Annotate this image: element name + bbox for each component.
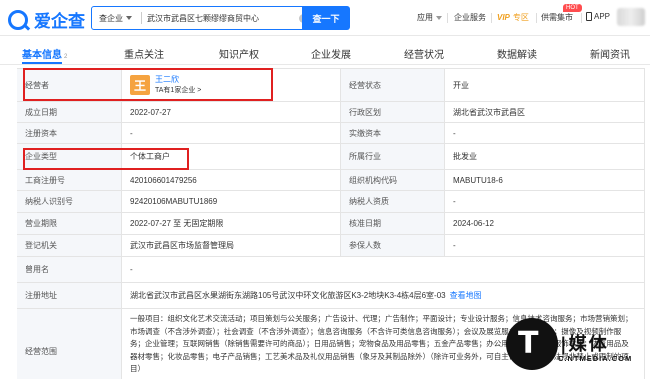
tab-key-focus[interactable]: 重点关注 (124, 46, 164, 61)
term-value: 2022-07-27 至 无固定期限 (122, 213, 341, 234)
industry-value: 批发业 (445, 144, 645, 169)
region-label: 行政区划 (341, 102, 445, 122)
tab-ip[interactable]: 知识产权 (219, 46, 259, 61)
industry-label: 所属行业 (341, 144, 445, 169)
nav-divider (536, 13, 537, 23)
term-label: 营业期限 (17, 213, 122, 234)
view-map-link[interactable]: 查看地图 (450, 290, 482, 301)
former-name-label: 曾用名 (17, 257, 122, 282)
tab-basic-info[interactable]: 基本信息 2 (22, 46, 67, 61)
chevron-down-icon (436, 15, 442, 20)
logo[interactable]: 爱企查 (8, 7, 85, 32)
table-row: 工商注册号 420106601479256 组织机构代码 MABUTU18-6 (17, 170, 645, 191)
logo-icon (8, 9, 28, 30)
tab-operations[interactable]: 经营状况 (404, 46, 444, 61)
address-cell: 湖北省武汉市武昌区水果湖街东湖路105号武汉中环文化旅游区K3-2地块K3-4栋… (122, 283, 645, 308)
tab-count: 2 (64, 54, 68, 60)
authority-label: 登记机关 (17, 235, 122, 256)
scope-label: 经营范围 (17, 309, 122, 379)
nav-divider (581, 13, 582, 23)
address-label: 注册地址 (17, 283, 122, 308)
nav-app-menu[interactable]: 应用 (417, 12, 442, 23)
biz-reg-value: 420106601479256 (122, 170, 341, 190)
reg-capital-value: - (122, 123, 341, 143)
table-row: 营业期限 2022-07-27 至 无固定期限 核准日期 2024-06-12 (17, 213, 645, 235)
search-type-select[interactable]: 查企业 (92, 13, 136, 24)
nav-enterprise-service[interactable]: 企业服务 (454, 12, 486, 23)
table-row: 注册地址 湖北省武汉市武昌区水果湖街东湖路105号武汉中环文化旅游区K3-2地块… (17, 283, 645, 309)
section-tabs: 基本信息 2 重点关注 知识产权 企业发展 经营状况 数据解读 新闻资讯 (0, 37, 650, 65)
vip-sub-label: 专区 (512, 13, 529, 22)
table-row: 成立日期 2022-07-27 行政区划 湖北省武汉市武昌区 (17, 102, 645, 123)
nav-vip-zone[interactable]: VIP 专区 (497, 12, 529, 23)
app-download-label: APP (594, 12, 611, 21)
hot-badge: HOT (563, 4, 582, 12)
watermark: T |媒体 C.NTMEDIA.COM (500, 318, 650, 379)
tab-development[interactable]: 企业发展 (311, 46, 351, 61)
highlight-box-operator (23, 68, 273, 101)
nav-app-label: 应用 (417, 13, 433, 22)
user-avatar[interactable] (617, 8, 645, 26)
authority-value: 武汉市武昌区市场监督管理局 (122, 235, 341, 256)
address-value: 湖北省武汉市武昌区水果湖街东湖路105号武汉中环文化旅游区K3-2地块K3-4栋… (130, 291, 446, 300)
status-label: 经营状态 (341, 69, 445, 101)
table-row: 纳税人识别号 92420106MABUTU1869 纳税人资质 - (17, 191, 645, 213)
watermark-sub: C.NTMEDIA.COM (558, 354, 633, 363)
phone-icon (586, 12, 592, 21)
watermark-text: |媒体 (560, 334, 609, 355)
tab-data-insight[interactable]: 数据解读 (497, 46, 537, 61)
tax-id-label: 纳税人识别号 (17, 191, 122, 212)
region-value: 湖北省武汉市武昌区 (445, 102, 645, 122)
nav-supply-market[interactable]: 供需集市 (541, 12, 573, 23)
founded-value: 2022-07-27 (122, 102, 341, 122)
reg-capital-label: 注册资本 (17, 123, 122, 143)
logo-text: 爱企查 (34, 12, 85, 32)
nav-divider (447, 13, 448, 23)
highlight-box-type (23, 148, 189, 170)
table-row: 曾用名 - (17, 257, 645, 283)
table-row: 注册资本 - 实缴资本 - (17, 123, 645, 144)
paid-capital-value: - (445, 123, 645, 143)
insured-label: 参保人数 (341, 235, 445, 256)
paid-capital-label: 实缴资本 (341, 123, 445, 143)
approve-label: 核准日期 (341, 213, 445, 234)
search-divider (141, 12, 142, 24)
active-tab-indicator (22, 62, 62, 64)
founded-label: 成立日期 (17, 102, 122, 122)
tax-qual-value: - (445, 191, 645, 212)
top-header: 爱企查 查企业 × 查一下 应用 企业服务 VIP专区 供需集市 HOT APP (0, 0, 650, 36)
tab-label: 基本信息 (22, 50, 62, 61)
search-type-label: 查企业 (99, 13, 123, 23)
org-code-label: 组织机构代码 (341, 170, 445, 190)
tab-news[interactable]: 新闻资讯 (590, 46, 630, 61)
search-input[interactable] (147, 13, 297, 23)
biz-reg-label: 工商注册号 (17, 170, 122, 190)
nav-divider (491, 13, 492, 23)
former-name-value: - (122, 257, 645, 282)
tax-qual-label: 纳税人资质 (341, 191, 445, 212)
search-button[interactable]: 查一下 (302, 6, 350, 30)
tax-id-value: 92420106MABUTU1869 (122, 191, 341, 212)
status-value: 开业 (445, 69, 645, 101)
nav-app-download[interactable]: APP (586, 12, 610, 21)
chevron-down-icon (126, 16, 132, 20)
insured-value: - (445, 235, 645, 256)
table-row: 登记机关 武汉市武昌区市场监督管理局 参保人数 - (17, 235, 645, 257)
watermark-glyph: T (518, 326, 539, 361)
org-code-value: MABUTU18-6 (445, 170, 645, 190)
approve-value: 2024-06-12 (445, 213, 645, 234)
vip-label: VIP (497, 13, 510, 22)
